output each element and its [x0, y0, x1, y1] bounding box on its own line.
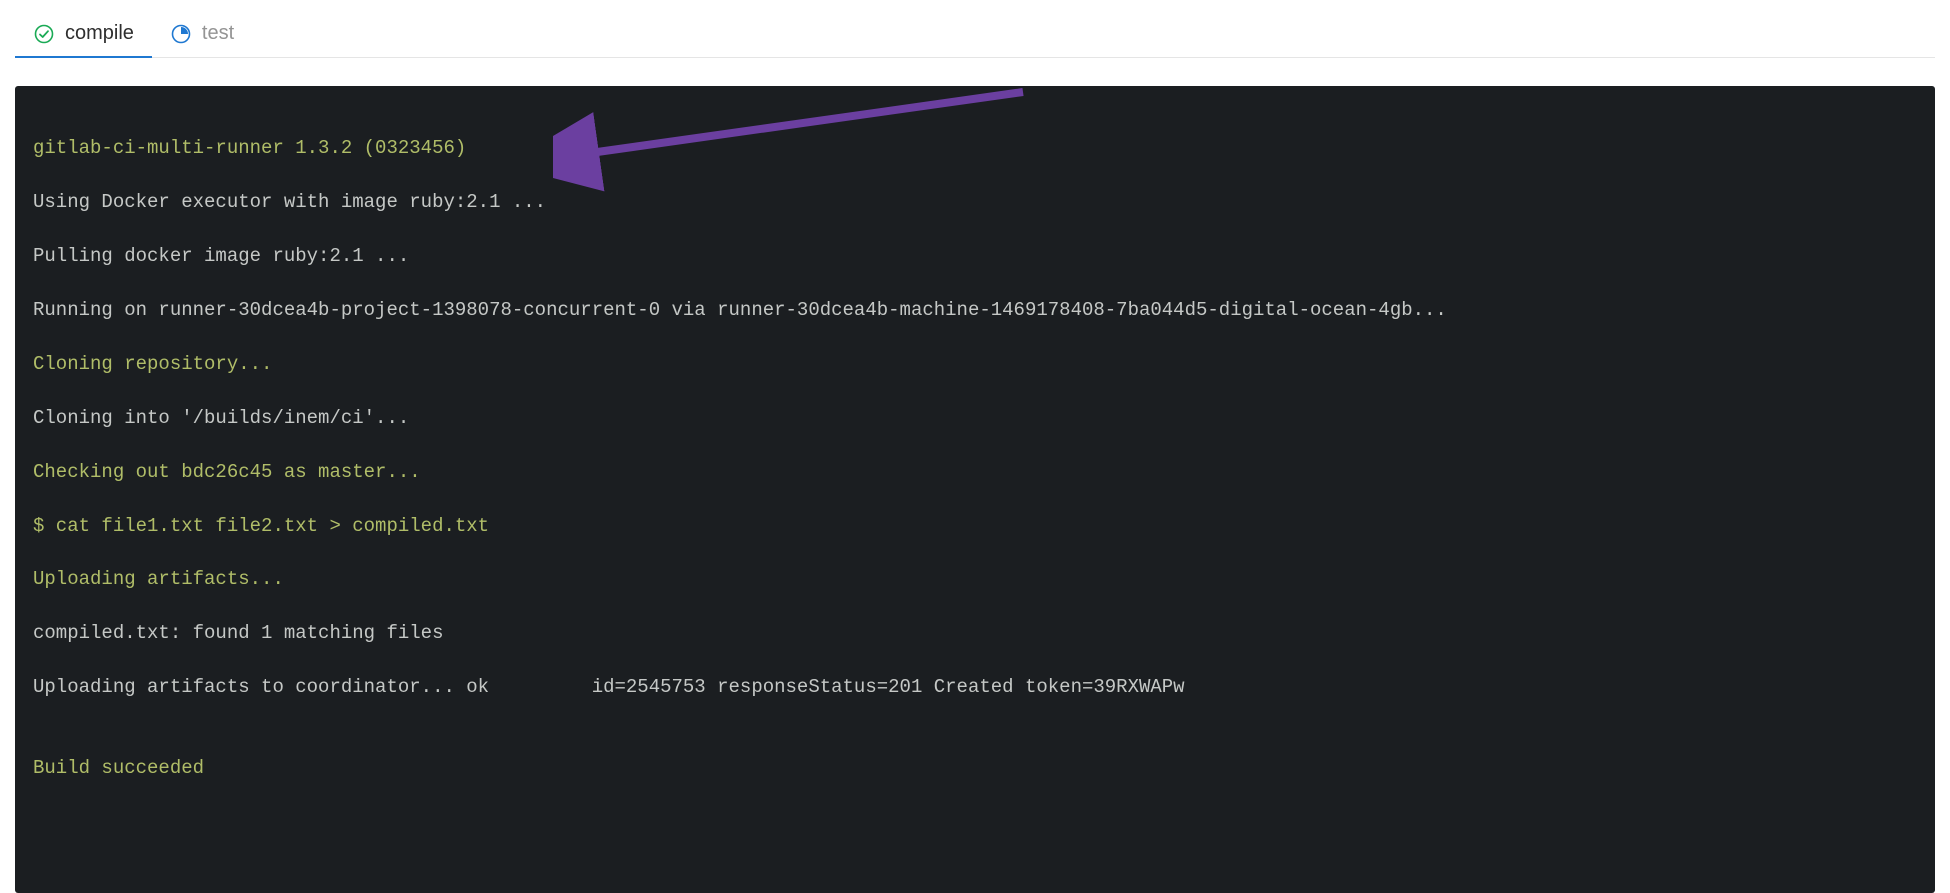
- log-line: Cloning repository...: [33, 351, 1917, 378]
- success-check-icon: [33, 23, 55, 45]
- tab-compile-label: compile: [65, 22, 134, 45]
- log-line: compiled.txt: found 1 matching files: [33, 620, 1917, 647]
- log-line: Cloning into '/builds/inem/ci'...: [33, 405, 1917, 432]
- log-line: Running on runner-30dcea4b-project-13980…: [33, 297, 1917, 324]
- log-line: Uploading artifacts...: [33, 566, 1917, 593]
- log-line: Build succeeded: [33, 755, 1917, 782]
- log-line: Using Docker executor with image ruby:2.…: [33, 189, 1917, 216]
- tab-compile[interactable]: compile: [15, 10, 152, 57]
- tab-test-label: test: [202, 22, 234, 45]
- build-log-terminal: gitlab-ci-multi-runner 1.3.2 (0323456) U…: [15, 86, 1935, 893]
- log-line: Checking out bdc26c45 as master...: [33, 459, 1917, 486]
- log-line: gitlab-ci-multi-runner 1.3.2 (0323456): [33, 135, 1917, 162]
- log-line: Uploading artifacts to coordinator... ok…: [33, 674, 1917, 701]
- tab-test[interactable]: test: [152, 10, 252, 57]
- log-line: $ cat file1.txt file2.txt > compiled.txt: [33, 513, 1917, 540]
- log-line: Pulling docker image ruby:2.1 ...: [33, 243, 1917, 270]
- tabs-bar: compile test: [15, 0, 1935, 58]
- running-spinner-icon: [170, 23, 192, 45]
